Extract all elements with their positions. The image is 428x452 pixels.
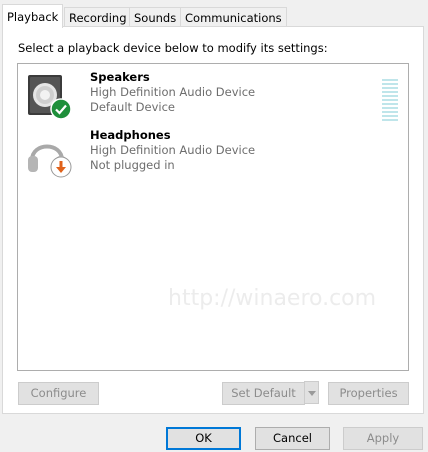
device-name: Headphones bbox=[90, 128, 171, 142]
checkmark-badge-icon bbox=[50, 98, 72, 120]
device-item-headphones[interactable]: Headphones High Definition Audio Device … bbox=[18, 126, 408, 182]
device-list[interactable]: Speakers High Definition Audio Device De… bbox=[17, 63, 409, 371]
properties-button[interactable]: Properties bbox=[328, 382, 409, 405]
device-description: High Definition Audio Device bbox=[90, 143, 256, 157]
tab-sounds[interactable]: Sounds bbox=[129, 7, 182, 27]
device-description: High Definition Audio Device bbox=[90, 85, 256, 99]
configure-button[interactable]: Configure bbox=[18, 382, 99, 405]
volume-level-meter bbox=[382, 79, 398, 124]
tab-strip: Playback Recording Sounds Communications bbox=[2, 4, 426, 28]
cancel-button[interactable]: Cancel bbox=[255, 427, 330, 450]
instruction-text: Select a playback device below to modify… bbox=[18, 41, 328, 55]
unplugged-arrow-badge-icon bbox=[50, 156, 72, 178]
tab-communications[interactable]: Communications bbox=[180, 7, 287, 27]
headphones-icon bbox=[26, 130, 74, 178]
device-status: Not plugged in bbox=[90, 158, 175, 172]
ok-button[interactable]: OK bbox=[166, 427, 241, 450]
device-name: Speakers bbox=[90, 70, 150, 84]
apply-button[interactable]: Apply bbox=[343, 427, 423, 450]
set-default-dropdown-icon[interactable] bbox=[304, 381, 319, 404]
playback-tab-panel: Select a playback device below to modify… bbox=[2, 26, 424, 414]
watermark: http://winaero.com bbox=[168, 286, 377, 311]
device-status: Default Device bbox=[90, 100, 176, 114]
tab-playback[interactable]: Playback bbox=[2, 4, 64, 28]
device-text-headphones: Headphones High Definition Audio Device … bbox=[90, 128, 255, 173]
speaker-icon bbox=[26, 72, 74, 120]
device-text-speakers: Speakers High Definition Audio Device De… bbox=[90, 70, 255, 115]
tab-recording[interactable]: Recording bbox=[64, 7, 132, 27]
set-default-button[interactable]: Set Default bbox=[222, 382, 305, 405]
device-item-speakers[interactable]: Speakers High Definition Audio Device De… bbox=[18, 68, 408, 124]
